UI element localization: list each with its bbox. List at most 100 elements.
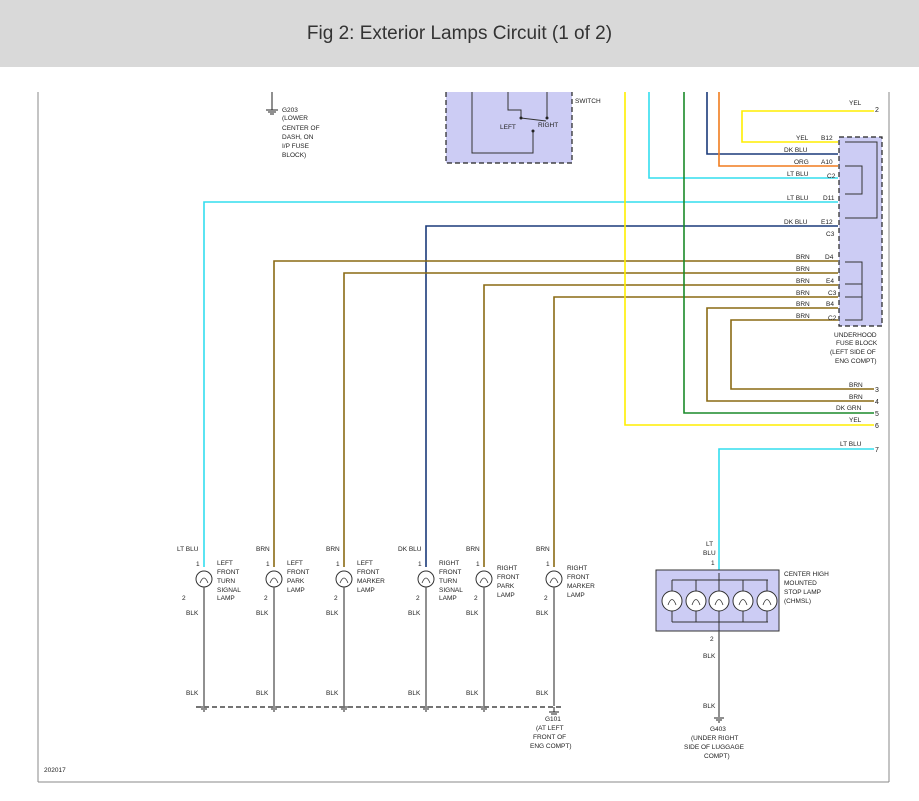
underhood-fuse-block: UNDERHOOD FUSE BLOCK (LEFT SIDE OF ENG C… <box>830 136 883 365</box>
wire-label: YEL <box>796 135 809 142</box>
pin-label: C2 <box>828 315 837 322</box>
g203-desc: BLOCK) <box>282 152 306 159</box>
offpage-wire: LT BLU <box>840 441 862 448</box>
lamp-pin: 1 <box>476 561 480 568</box>
lamp-pin: 2 <box>264 595 268 602</box>
lamp-name: FRONT <box>439 569 461 576</box>
lamp-left-front-marker: BRN 1 2 LEFT FRONT MARKER LAMP BLK BLK <box>326 546 385 706</box>
lamp-wire: BRN <box>256 546 270 553</box>
g403-desc: SIDE OF LUGGAGE <box>684 744 745 751</box>
lamp-ground-wire: BLK <box>408 610 421 617</box>
lamp-name: FRONT <box>357 569 379 576</box>
lamp-ground-wire: BLK <box>256 610 269 617</box>
lamp-wire: BRN <box>466 546 480 553</box>
lamp-name: LAMP <box>287 587 305 594</box>
wire-label: LT BLU <box>787 171 809 178</box>
lamp-ground-wire: BLK <box>466 610 479 617</box>
lamp-ground-wire: BLK <box>536 690 549 697</box>
chmsl-pin: 2 <box>710 636 714 643</box>
lamp-ground-wire: BLK <box>466 690 479 697</box>
lamp-pin: 1 <box>546 561 550 568</box>
fuse-block-labels: YEL B12 DK BLU ORG A10 LT BLU C2 LT BLU … <box>784 135 837 322</box>
lamp-right-front-marker: BRN 1 2 RIGHT FRONT MARKER LAMP BLK BLK <box>536 546 595 706</box>
chmsl-name: STOP LAMP <box>784 589 821 596</box>
switch-left-label: LEFT <box>500 124 516 131</box>
chmsl-ground-wire: BLK <box>703 703 716 710</box>
lamp-right-front-turn: DK BLU 1 2 RIGHT FRONT TURN SIGNAL LAMP … <box>398 546 463 706</box>
wire-label: BRN <box>796 290 810 297</box>
lamp-ground-wire: BLK <box>536 610 549 617</box>
g203-id: G203 <box>282 107 298 114</box>
pin-label: C3 <box>828 290 837 297</box>
offpage-number: 5 <box>875 411 879 418</box>
fuse-block-name: UNDERHOOD <box>834 332 877 339</box>
g403-ground: G403 (UNDER RIGHT SIDE OF LUGGAGE COMPT) <box>684 717 745 760</box>
lamp-name: MARKER <box>567 583 595 590</box>
switch-right-label: RIGHT <box>538 122 558 129</box>
lamp-name: FRONT <box>567 574 589 581</box>
pin-label: C2 <box>827 173 836 180</box>
lamp-name: LAMP <box>497 592 515 599</box>
lamp-name: FRONT <box>497 574 519 581</box>
lamp-pin: 2 <box>334 595 338 602</box>
lamp-wire: BRN <box>536 546 550 553</box>
lamp-name: LEFT <box>217 560 233 567</box>
offpage-number: 2 <box>875 107 879 114</box>
lamp-name: PARK <box>287 578 305 585</box>
g101-ground-bus: G101 (AT LEFT FRONT OF ENG COMPT) <box>196 706 572 750</box>
offpage-wire: YEL <box>849 417 862 424</box>
g203-desc: DASH, ON <box>282 134 314 141</box>
lamp-ground-wire: BLK <box>256 690 269 697</box>
wire-label: BRN <box>796 301 810 308</box>
lamp-right-front-park: BRN 1 2 RIGHT FRONT PARK LAMP BLK BLK <box>466 546 519 706</box>
lamp-name: LAMP <box>439 595 457 602</box>
pin-label: D4 <box>825 254 834 261</box>
lamp-pin: 2 <box>544 595 548 602</box>
g203-desc: CENTER OF <box>282 125 320 132</box>
g101-desc: FRONT OF <box>533 734 566 741</box>
pin-label: B12 <box>821 135 833 142</box>
wire-label: BRN <box>796 278 810 285</box>
figure-id: 202017 <box>44 767 66 774</box>
wiring-diagram: 202017 G203 (LOWER CENTER OF DASH, ON I/… <box>37 92 890 783</box>
offpage-wire: BRN <box>849 382 863 389</box>
wire-label: BRN <box>796 254 810 261</box>
lamp-wire: LT BLU <box>177 546 199 553</box>
wire-label: ORG <box>794 159 809 166</box>
g101-id: G101 <box>545 716 561 723</box>
lamp-name: TURN <box>217 578 235 585</box>
lamp-name: RIGHT <box>439 560 459 567</box>
offpage-wire: DK GRN <box>836 405 862 412</box>
offpage-number: 3 <box>875 387 879 394</box>
lamp-name: LAMP <box>567 592 585 599</box>
g403-desc: (UNDER RIGHT <box>691 735 738 742</box>
lamp-pin: 2 <box>474 595 478 602</box>
switch-name: SWITCH <box>575 98 601 105</box>
wire-label: BRN <box>796 313 810 320</box>
lamp-ground-wire: BLK <box>186 610 199 617</box>
pin-label: A10 <box>821 159 833 166</box>
lamp-name: LEFT <box>287 560 303 567</box>
lamp-wire: BRN <box>326 546 340 553</box>
chmsl-name: MOUNTED <box>784 580 817 587</box>
chmsl-name: (CHMSL) <box>784 598 811 605</box>
lamp-wire: DK BLU <box>398 546 422 553</box>
headlamp-switch: LEFT RIGHT SWITCH <box>445 92 601 164</box>
offpage-wire: BRN <box>849 394 863 401</box>
wire-label: DK BLU <box>784 147 808 154</box>
fuse-block-wires <box>203 92 874 573</box>
pin-label: B4 <box>826 301 834 308</box>
offpage-number: 6 <box>875 423 879 430</box>
wire-label: DK BLU <box>784 219 808 226</box>
chmsl-assembly: LT BLU 1 2 BLK BLK CENTER HIGH MOUNTED S… <box>655 541 829 717</box>
chmsl-name: CENTER HIGH <box>784 571 829 578</box>
lamp-pin: 2 <box>182 595 186 602</box>
lamp-name: SIGNAL <box>439 587 463 594</box>
lamp-name: MARKER <box>357 578 385 585</box>
fuse-block-name: (LEFT SIDE OF <box>830 349 876 356</box>
lamp-pin: 1 <box>336 561 340 568</box>
lamp-ground-wire: BLK <box>408 690 421 697</box>
lamp-name: SIGNAL <box>217 587 241 594</box>
lamp-name: FRONT <box>217 569 239 576</box>
g203-desc: I/P FUSE <box>282 143 310 150</box>
